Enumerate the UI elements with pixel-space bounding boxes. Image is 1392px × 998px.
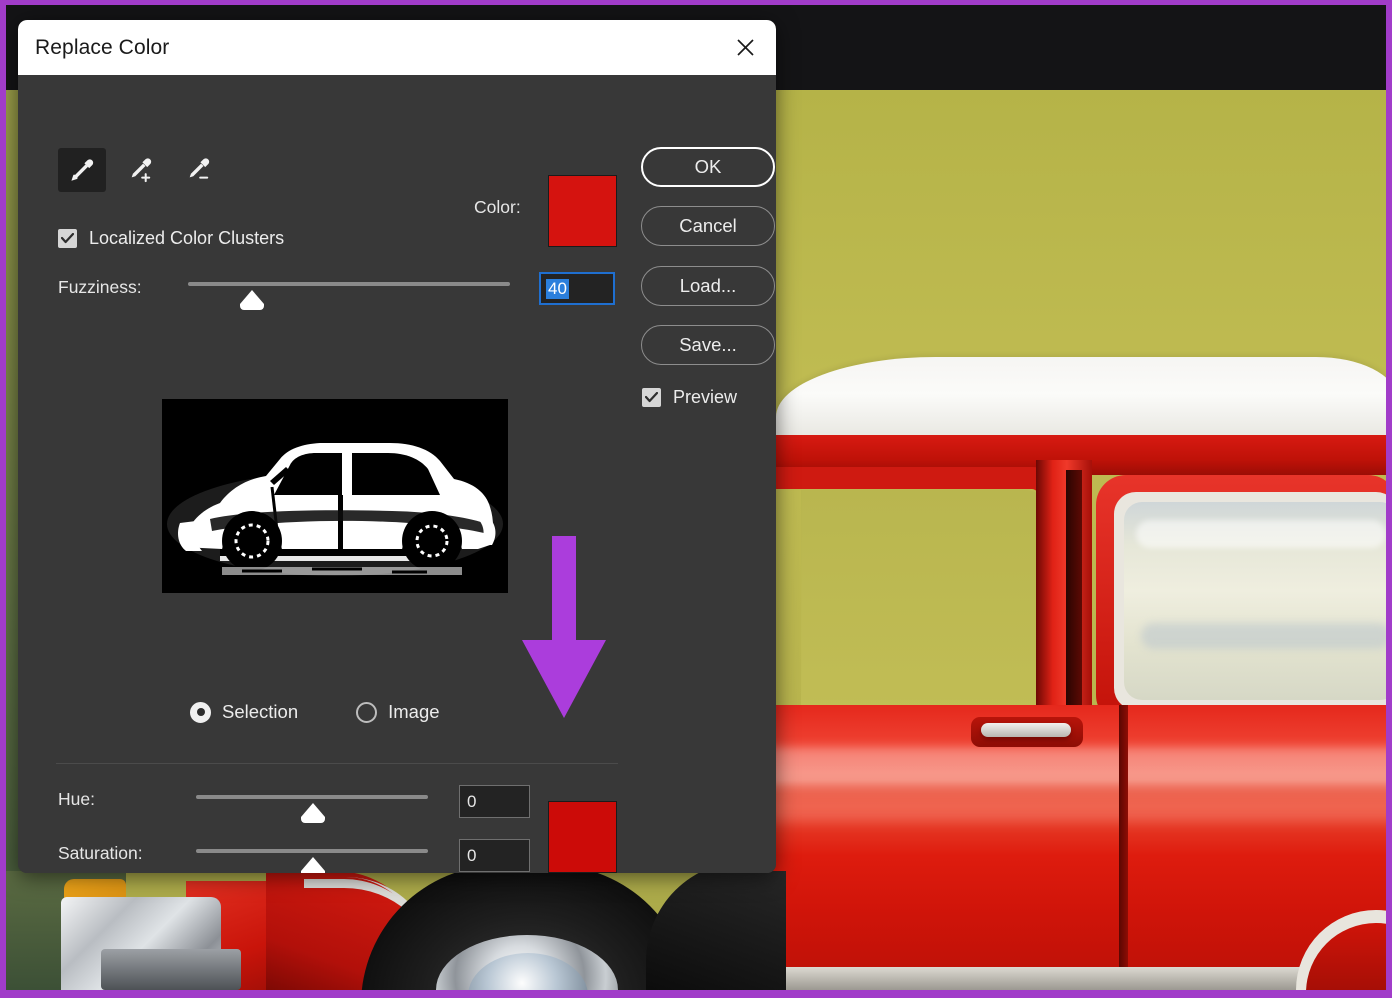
color-label: Color: <box>474 197 521 218</box>
eyedropper-toolbar <box>58 148 222 192</box>
preview-label: Preview <box>673 387 737 408</box>
cancel-button[interactable]: Cancel <box>641 206 775 246</box>
saturation-slider-thumb[interactable] <box>301 857 325 871</box>
hue-value: 0 <box>467 792 476 812</box>
radio-image[interactable]: Image <box>356 701 439 723</box>
eyedropper-plus-icon[interactable] <box>116 148 164 192</box>
car-tire-shadow <box>646 871 786 990</box>
checkbox-checked-icon <box>642 388 661 407</box>
result-swatch[interactable] <box>548 801 617 873</box>
saturation-value: 0 <box>467 846 476 866</box>
mask-preview-thumbnail[interactable] <box>162 399 508 593</box>
preview-checkbox[interactable]: Preview <box>642 387 737 408</box>
load-button[interactable]: Load... <box>641 266 775 306</box>
display-mode-radio-group: Selection Image <box>190 701 440 723</box>
dialog-body: Localized Color Clusters Fuzziness: 40 C… <box>18 75 776 873</box>
dialog-titlebar: Replace Color <box>18 20 776 75</box>
hue-slider-thumb[interactable] <box>301 803 325 817</box>
car-rocker-trim <box>766 967 1386 990</box>
glass-highlight-top <box>1136 520 1386 548</box>
car-b-pillar <box>1036 460 1092 730</box>
car-front-end-detail <box>6 871 786 990</box>
radio-selection[interactable]: Selection <box>190 701 298 723</box>
glass-highlight-bottom <box>1141 623 1386 649</box>
hue-slider-track[interactable] <box>196 795 428 799</box>
car-door-handle <box>981 723 1071 737</box>
radio-unselected-icon <box>356 702 377 723</box>
car-bumper-shadow <box>101 949 241 990</box>
close-icon[interactable] <box>722 26 768 68</box>
car-roof <box>776 357 1386 439</box>
car-body-highlight-secondary <box>766 800 1386 822</box>
annotation-frame-left <box>0 0 6 998</box>
annotation-frame-right <box>1386 0 1392 998</box>
fuzziness-slider-track[interactable] <box>188 282 510 286</box>
checkbox-checked-icon <box>58 229 77 248</box>
screenshot-root: Replace Color <box>0 0 1392 998</box>
eyedropper-minus-icon[interactable] <box>174 148 222 192</box>
replacement-section-divider <box>56 763 618 764</box>
localized-color-clusters-label: Localized Color Clusters <box>89 228 284 249</box>
color-swatch[interactable] <box>548 175 617 247</box>
car-b-pillar-shadow <box>1066 470 1082 720</box>
eyedropper-icon[interactable] <box>58 148 106 192</box>
fuzziness-slider-thumb[interactable] <box>240 290 264 304</box>
dialog-title: Replace Color <box>35 36 169 60</box>
annotation-arrow-icon <box>518 536 610 718</box>
saturation-slider-track[interactable] <box>196 849 428 853</box>
radio-selected-icon <box>190 702 211 723</box>
saturation-label: Saturation: <box>58 843 143 864</box>
radio-selection-label: Selection <box>222 701 298 723</box>
annotation-frame-bottom <box>0 990 1392 998</box>
hue-input[interactable]: 0 <box>459 785 530 818</box>
replace-color-dialog: Replace Color <box>18 20 776 873</box>
saturation-input[interactable]: 0 <box>459 839 530 872</box>
fuzziness-value: 40 <box>546 279 569 299</box>
ok-button[interactable]: OK <box>641 147 775 187</box>
fuzziness-label: Fuzziness: <box>58 277 142 298</box>
localized-color-clusters-checkbox[interactable]: Localized Color Clusters <box>58 228 284 249</box>
save-button[interactable]: Save... <box>641 325 775 365</box>
car-front-window-frame <box>766 467 1066 732</box>
car-body-highlight <box>766 747 1386 783</box>
annotation-frame-top <box>0 0 1392 5</box>
fuzziness-input[interactable]: 40 <box>539 272 615 305</box>
hue-label: Hue: <box>58 789 95 810</box>
radio-image-label: Image <box>388 701 439 723</box>
car-door-seam <box>1119 705 1128 990</box>
